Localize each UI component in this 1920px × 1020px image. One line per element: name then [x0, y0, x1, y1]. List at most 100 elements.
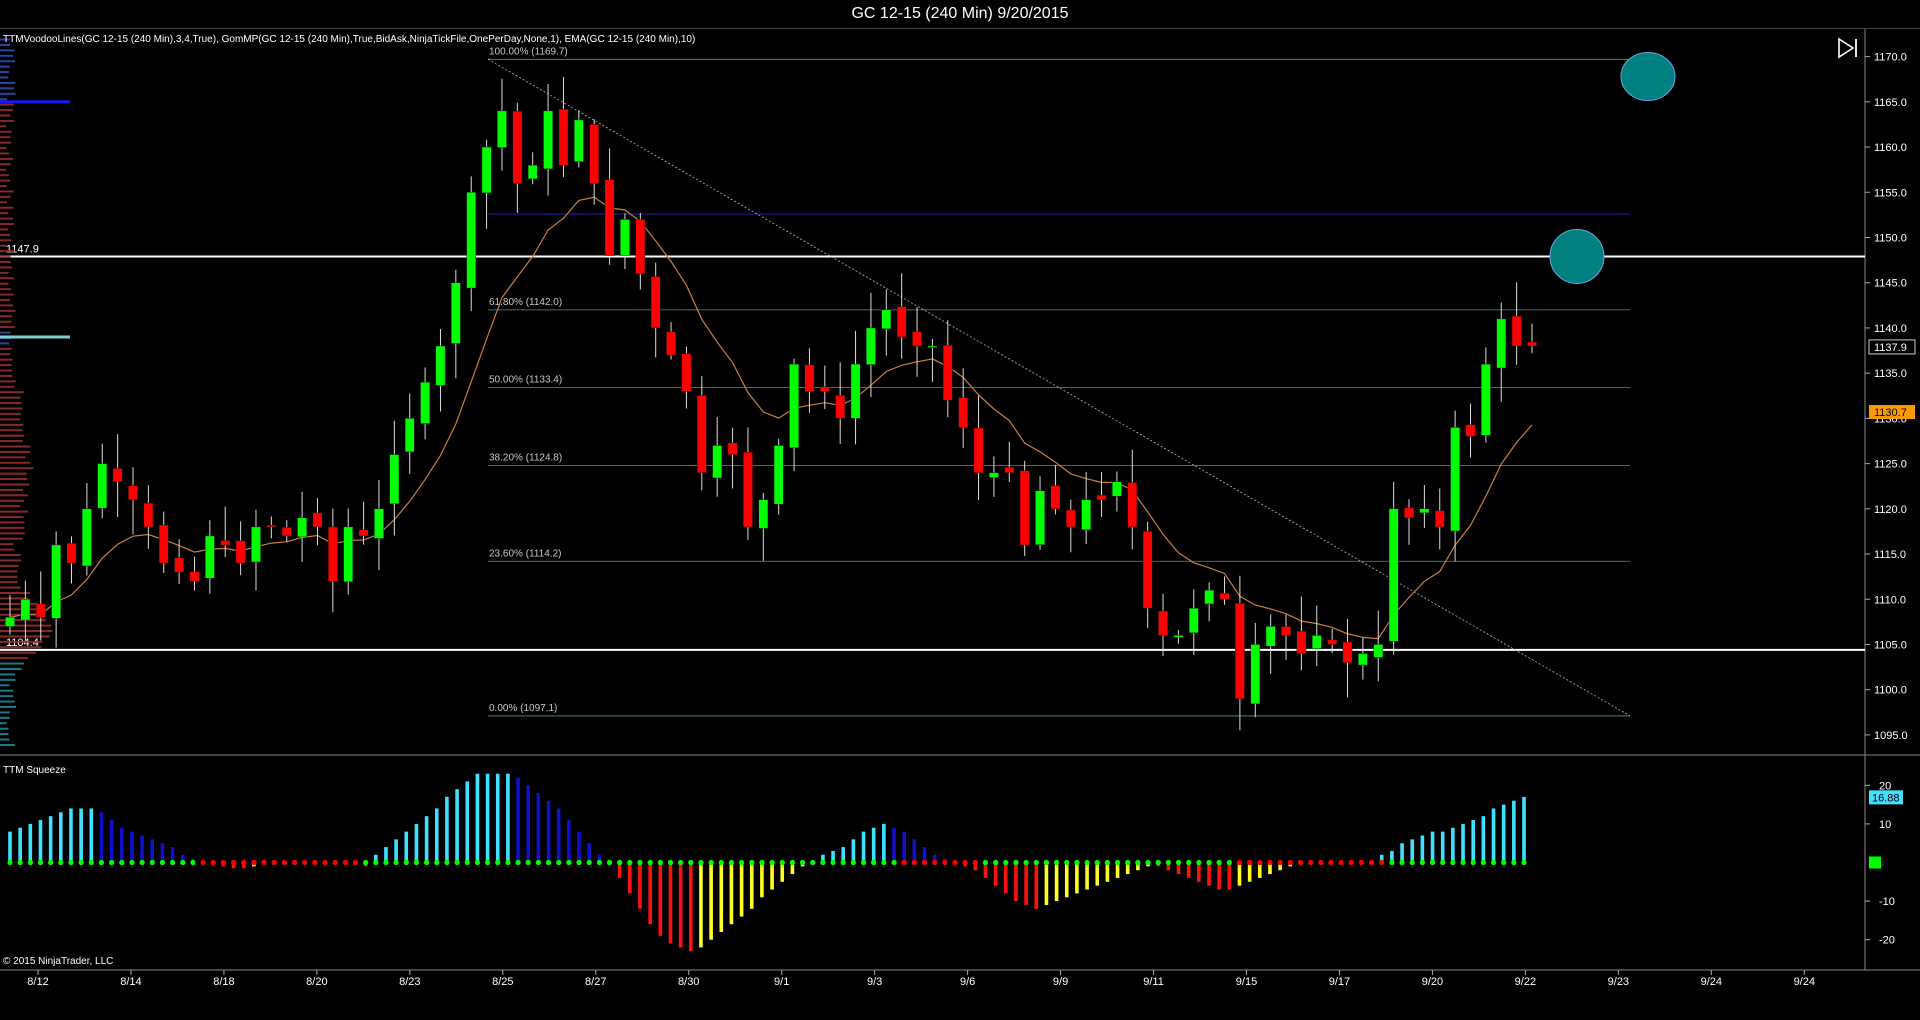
- candle-body: [866, 327, 876, 365]
- squeeze-dot: [312, 859, 318, 866]
- volume-profile-bar: [0, 152, 10, 155]
- chart-panel[interactable]: 1147.9 1104.4 100.00% (1169.7) 61.80% (1142…: [0, 28, 1920, 1015]
- target-circle: [1620, 52, 1676, 102]
- volume-profile-bar: [0, 380, 16, 383]
- squeeze-bar: [1247, 862, 1252, 882]
- squeeze-bar: [506, 773, 510, 863]
- candle-body: [389, 454, 400, 504]
- squeeze-bar: [648, 862, 652, 925]
- squeeze-dot: [7, 859, 13, 866]
- volume-profile-bar: [0, 662, 24, 665]
- squeeze-bar: [89, 808, 94, 863]
- candle-body: [942, 345, 953, 401]
- volume-profile-bar: [0, 98, 7, 101]
- squeeze-dot: [454, 859, 460, 866]
- chart-canvas: 1147.91104.4100.00% (1169.7)61.80% (1142…: [0, 29, 1920, 988]
- squeeze-y-tick-label: 10: [1879, 819, 1891, 831]
- volume-profile-bar: [0, 261, 11, 264]
- candle-body: [420, 381, 430, 424]
- volume-profile-bar: [0, 304, 14, 307]
- squeeze-dot: [1440, 859, 1446, 866]
- candle-body: [589, 124, 600, 184]
- y-tick-label: 1105.0: [1874, 639, 1907, 651]
- x-tick-label: 8/20: [306, 976, 327, 988]
- squeeze-bar: [1075, 862, 1079, 894]
- volume-profile-bar: [0, 499, 24, 502]
- candle-body: [451, 282, 461, 344]
- volume-profile-bar: [0, 586, 21, 589]
- squeeze-bar: [770, 862, 774, 890]
- candle-body: [1419, 508, 1430, 514]
- volume-profile-bar: [0, 195, 11, 198]
- volume-profile-bar: [0, 711, 10, 714]
- squeeze-bar: [1054, 862, 1059, 902]
- volume-profile-bar: [0, 651, 36, 654]
- squeeze-bar: [99, 812, 104, 863]
- squeeze-bar: [1461, 823, 1465, 863]
- volume-profile-bar: [0, 743, 15, 746]
- squeeze-dot: [505, 859, 511, 866]
- squeeze-dot: [982, 859, 989, 866]
- volume-profile-bar: [0, 342, 9, 345]
- squeeze-dot: [1521, 859, 1527, 866]
- candle-body: [35, 603, 46, 618]
- squeeze-dot: [1480, 859, 1486, 866]
- squeeze-dot: [1511, 859, 1517, 866]
- x-tick-label: 9/15: [1236, 976, 1257, 988]
- candle-body: [1465, 424, 1476, 437]
- squeeze-bar: [394, 839, 398, 863]
- squeeze-dot: [901, 859, 907, 866]
- squeeze-dot: [576, 859, 582, 866]
- squeeze-bar: [1522, 796, 1526, 863]
- volume-profile-bar: [0, 206, 14, 209]
- volume-profile-bar: [0, 450, 31, 453]
- volume-profile-bar: [0, 516, 24, 519]
- volume-profile-bar: [0, 282, 9, 285]
- candle-body: [912, 331, 922, 347]
- squeeze-dot: [48, 859, 54, 866]
- squeeze-bar: [1197, 862, 1201, 882]
- squeeze-dot: [545, 859, 552, 866]
- squeeze-dot: [169, 859, 176, 866]
- volume-profile-bar: [0, 185, 7, 188]
- squeeze-dot: [1145, 859, 1151, 866]
- volume-profile-bar: [0, 130, 12, 133]
- squeeze-bar: [160, 843, 165, 863]
- candle-body: [727, 442, 738, 455]
- volume-profile-bar: [0, 521, 25, 524]
- squeeze-dot: [1470, 859, 1476, 866]
- candle-body: [374, 508, 384, 539]
- squeeze-dot: [698, 859, 704, 866]
- candle-body: [850, 363, 861, 419]
- squeeze-bar: [1217, 862, 1221, 890]
- candle-body: [404, 418, 415, 453]
- squeeze-dot: [1348, 859, 1354, 866]
- squeeze-bar: [130, 831, 134, 863]
- skip-to-end-icon[interactable]: [1836, 36, 1860, 60]
- volume-profile-bar: [0, 684, 10, 687]
- x-tick-label: 9/22: [1515, 976, 1536, 988]
- volume-profile-bar: [0, 488, 23, 491]
- squeeze-dot: [921, 859, 928, 866]
- squeeze-dot: [352, 859, 359, 866]
- squeeze-bar: [638, 862, 642, 909]
- volume-profile-bar: [0, 635, 50, 638]
- squeeze-bar: [1003, 862, 1008, 894]
- squeeze-bar: [1481, 816, 1486, 863]
- y-tick-label: 1170.0: [1874, 52, 1907, 64]
- squeeze-dot: [139, 859, 145, 866]
- squeeze-dot: [1338, 859, 1344, 866]
- volume-profile-bar: [0, 60, 16, 63]
- squeeze-value-label: 16.88: [1872, 792, 1900, 804]
- squeeze-bar: [1024, 862, 1028, 905]
- squeeze-dot: [1003, 859, 1009, 866]
- candle-body: [1434, 510, 1445, 528]
- volume-profile-bar: [0, 374, 13, 377]
- squeeze-bar: [780, 862, 785, 882]
- squeeze-bar: [1451, 827, 1455, 863]
- y-tick-label: 1125.0: [1874, 459, 1907, 471]
- squeeze-dot: [291, 859, 298, 866]
- candle-body: [128, 485, 138, 500]
- volume-profile-bar: [0, 461, 30, 464]
- squeeze-dot: [271, 859, 277, 866]
